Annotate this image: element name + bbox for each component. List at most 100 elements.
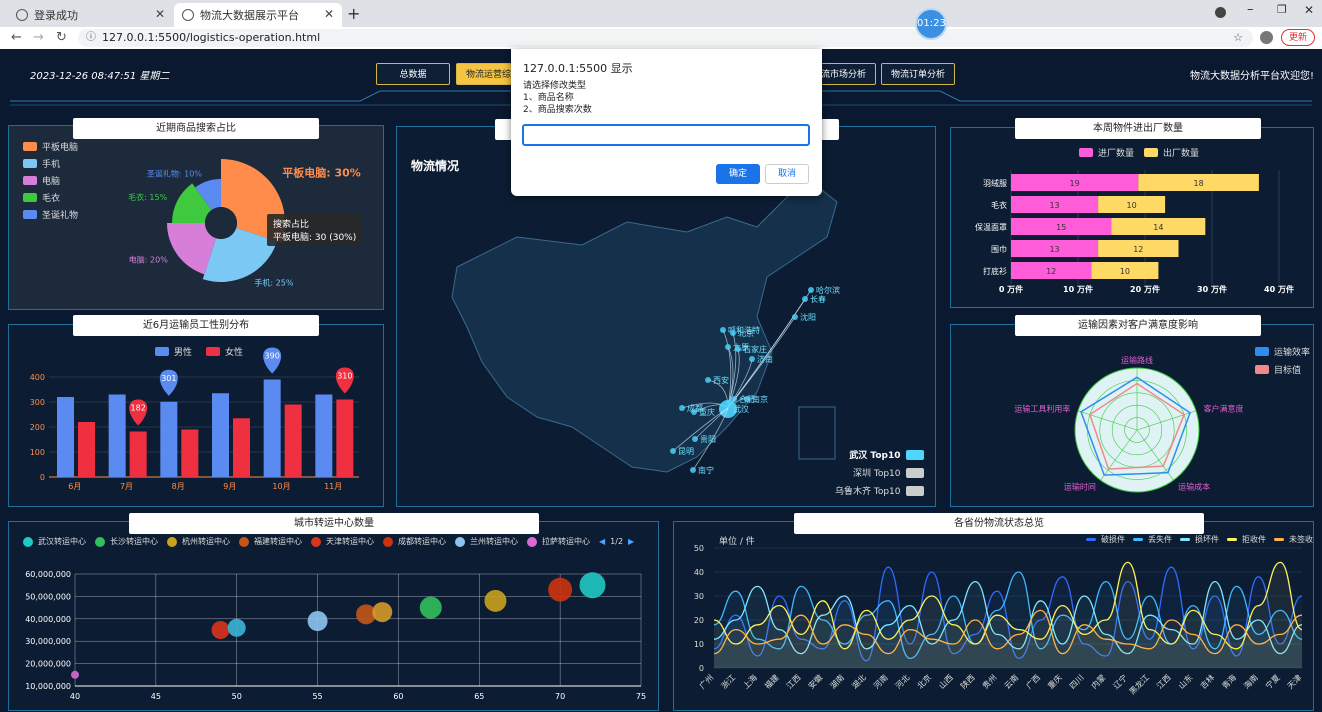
bar	[108, 394, 126, 477]
tab-login[interactable]: 登录成功 ✕	[8, 3, 173, 27]
panel-province: 各省份物流状态总览 单位 / 件 破损件 丢失件 损坏件 拒收件 未签收 50 4…	[673, 513, 1315, 712]
legend-swatch	[905, 485, 924, 496]
x-tick-label: 河南	[871, 672, 889, 690]
x-tick-label: 福建	[762, 672, 780, 690]
y-tick-label: 30	[694, 592, 704, 601]
bar-value-label: 10	[1127, 201, 1137, 210]
new-tab-icon[interactable]: +	[347, 4, 360, 23]
legend-label[interactable]: 武汉 Top10	[849, 448, 900, 461]
info-icon: ⓘ	[86, 32, 96, 43]
bubble	[548, 577, 573, 602]
bar	[212, 393, 229, 477]
city-marker	[670, 448, 676, 454]
x-tick-label: 云南	[1002, 672, 1020, 690]
prompt-dialog: 127.0.0.1:5500 显示 请选择修改类型 1、商品名称 2、商品搜索次…	[511, 49, 822, 196]
city-marker	[692, 436, 698, 442]
dialog-input[interactable]	[522, 124, 810, 146]
radar-indicator-label: 运输路线	[1121, 355, 1153, 365]
marker-label: 301	[161, 374, 176, 383]
window-close-icon[interactable]: ✕	[1304, 3, 1314, 17]
bubble	[419, 596, 442, 619]
close-icon[interactable]: ✕	[324, 7, 334, 21]
city-marker	[691, 409, 697, 415]
city-marker	[735, 346, 741, 352]
y-tick-label: 10	[694, 640, 704, 649]
x-tick-label: 70	[555, 692, 565, 701]
minimize-icon[interactable]: –	[1247, 2, 1254, 17]
city-label: 武汉	[733, 404, 749, 414]
panel-weekly: 本周物件进出厂数量 进厂数量 出厂数量 0 万件 10 万件 20 万件 30 万件 4…	[950, 118, 1315, 309]
city-label: 合肥	[739, 394, 755, 404]
centers-scatter-chart[interactable]: 60,000,000 50,000,000 40,000,000 30,000,000…	[9, 522, 660, 712]
city-marker	[679, 405, 685, 411]
bar-value-label: 14	[1153, 223, 1163, 232]
tab-dashboard[interactable]: 物流大数据展示平台 ✕	[174, 3, 342, 27]
tooltip-value: 平板电脑: 30 (30%)	[273, 233, 357, 243]
x-tick-label: 江西	[785, 673, 803, 691]
cancel-button[interactable]: 取消	[765, 164, 809, 184]
weekly-bar-chart[interactable]: 0 万件 10 万件 20 万件 30 万件 40 万件 羽绒服 19 18 毛衣 13 10 保温面…	[951, 128, 1315, 309]
bookmark-star-icon[interactable]: ☆	[1233, 29, 1243, 47]
x-tick-label: 北京	[915, 672, 933, 690]
close-icon[interactable]: ✕	[155, 7, 165, 21]
tooltip-title: 搜索占比	[273, 220, 310, 230]
nav-total-data[interactable]: 总数据	[376, 63, 450, 85]
province-line-chart[interactable]: 50403020100广州 浙江 上海 福建 江西 安徽 湖南 湖北 河南 河北 北京 山西 陕西 贵州云…	[674, 522, 1315, 712]
x-tick-label: 6月	[68, 482, 81, 491]
x-tick-label: 山东	[1176, 672, 1194, 690]
x-tick-label: 陕西	[958, 672, 976, 690]
x-tick-label: 75	[636, 692, 646, 701]
legend-label[interactable]: 深圳 Top10	[853, 466, 901, 479]
x-tick-label: 10月	[272, 482, 290, 491]
nav-orders[interactable]: 物流订单分析	[881, 63, 955, 85]
y-tick-label: 保温面罩	[975, 222, 1007, 232]
city-marker	[749, 356, 755, 362]
y-tick-label: 400	[30, 373, 45, 382]
dialog-line: 1、商品名称	[523, 93, 574, 103]
tab-search-icon[interactable]	[1215, 7, 1226, 18]
panel-centers: 城市转运中心数量 武汉转运中心 长沙转运中心 杭州转运中心 福建转运中心 天津转…	[8, 513, 660, 712]
city-marker	[802, 296, 808, 302]
x-tick-label: 四川	[1068, 673, 1086, 691]
panel-search-share: 近期商品搜索占比 平板电脑 手机 电脑 毛衣 圣诞礼物 平板电脑: 30% 手机:…	[8, 118, 384, 310]
city-marker	[690, 467, 696, 473]
x-tick-label: 广西	[1024, 672, 1042, 690]
back-icon[interactable]: ←	[11, 30, 22, 45]
bar	[78, 422, 95, 477]
reload-icon[interactable]: ↻	[56, 30, 67, 45]
bar	[233, 418, 250, 477]
bubble	[227, 618, 246, 637]
pie-hole	[205, 207, 237, 239]
x-tick-label: 65	[474, 692, 484, 701]
x-tick-label: 30 万件	[1197, 284, 1227, 294]
x-tick-label: 广州	[697, 672, 715, 690]
maximize-icon[interactable]: ❐	[1277, 3, 1287, 16]
globe-icon	[16, 9, 28, 21]
y-tick-label: 30,000,000	[25, 637, 71, 646]
dialog-title: 127.0.0.1:5500 显示	[523, 62, 633, 75]
globe-icon	[182, 9, 194, 21]
bar-value-label: 12	[1046, 267, 1056, 276]
legend-label[interactable]: 乌鲁木齐 Top10	[835, 484, 901, 497]
city-label: 石家庄	[743, 344, 767, 354]
legend-swatch	[905, 449, 924, 460]
x-tick-label: 55	[312, 692, 322, 701]
city-label: 贵阳	[700, 434, 716, 444]
city-label: 长春	[810, 294, 826, 304]
gender-bar-chart[interactable]: 0 100 200 300 400 6月 7月 8月 9月 10月 11月 301 182 390 310	[9, 325, 385, 508]
dialog-line: 2、商品搜索次数	[523, 105, 592, 115]
ok-button[interactable]: 确定	[716, 164, 760, 184]
bar	[315, 394, 333, 477]
bar-value-label: 18	[1194, 179, 1204, 188]
update-button[interactable]: 更新	[1281, 29, 1315, 46]
city-marker	[730, 330, 736, 336]
profile-avatar[interactable]	[1260, 31, 1273, 44]
bar	[57, 397, 74, 477]
x-tick-label: 40	[70, 692, 80, 701]
radar-indicator-label: 运输工具利用率	[1014, 403, 1070, 413]
radar-chart[interactable]: 运输路线客户满意度运输成本 运输时间 运输工具利用率	[951, 325, 1315, 508]
forward-icon[interactable]: →	[33, 30, 44, 45]
x-tick-label: 浙江	[719, 672, 737, 690]
legend-swatch	[905, 467, 924, 478]
url-field[interactable]: ⓘ 127.0.0.1:5500/logistics-operation.htm…	[78, 29, 1253, 47]
